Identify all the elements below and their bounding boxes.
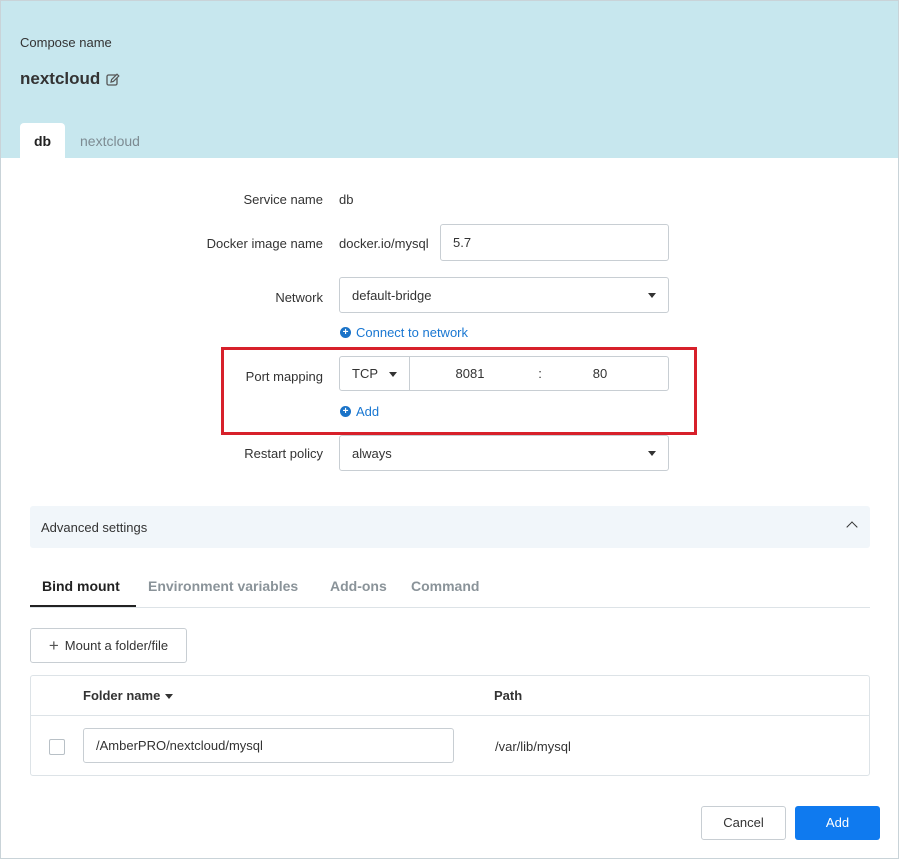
plus-icon: + xyxy=(48,636,59,655)
mount-folder-label: Mount a folder/file xyxy=(64,638,169,653)
sort-down-icon xyxy=(165,694,174,700)
compose-name-text: nextcloud xyxy=(20,69,101,88)
highlight-box xyxy=(221,347,697,435)
cancel-button[interactable]: Cancel xyxy=(701,806,786,840)
edit-icon[interactable] xyxy=(106,72,120,86)
folder-name-value: /AmberPRO/nextcloud/mysql xyxy=(96,738,263,753)
plus-circle-icon: + xyxy=(340,327,351,338)
network-select[interactable]: default-bridge xyxy=(339,277,669,313)
compose-name-label: Compose name xyxy=(20,35,112,50)
advanced-settings-toggle[interactable]: Advanced settings xyxy=(30,506,870,548)
folder-name-input[interactable]: /AmberPRO/nextcloud/mysql xyxy=(83,728,454,763)
column-header-path: Path xyxy=(494,688,523,703)
tab-db[interactable]: db xyxy=(20,123,65,159)
network-value: default-bridge xyxy=(352,287,432,303)
table-divider xyxy=(31,715,869,716)
service-name-label: Service name xyxy=(243,192,323,207)
image-tag-input[interactable]: 5.7 xyxy=(440,224,669,261)
docker-image-label: Docker image name xyxy=(206,236,323,251)
compose-name: nextcloud xyxy=(20,69,120,89)
restart-policy-value: always xyxy=(352,445,392,461)
chevron-down-icon xyxy=(648,293,656,298)
advanced-tabs: Bind mount Environment variables Add-ons… xyxy=(30,567,870,608)
row-checkbox[interactable] xyxy=(49,739,65,755)
tab-bind-mount[interactable]: Bind mount xyxy=(42,578,120,594)
compose-dialog: Compose name nextcloud db nextcloud Serv… xyxy=(0,0,899,859)
tab-environment-variables[interactable]: Environment variables xyxy=(148,578,298,594)
path-value: /var/lib/mysql xyxy=(495,739,571,754)
restart-policy-label: Restart policy xyxy=(244,446,323,461)
restart-policy-select[interactable]: always xyxy=(339,435,669,471)
tab-command[interactable]: Command xyxy=(411,578,479,594)
docker-image-repo: docker.io/mysql xyxy=(339,236,429,251)
bind-mount-table: Folder name Path /AmberPRO/nextcloud/mys… xyxy=(30,675,870,776)
dialog-header: Compose name nextcloud db nextcloud xyxy=(1,1,898,159)
mount-folder-button[interactable]: + Mount a folder/file xyxy=(30,628,187,663)
add-button[interactable]: Add xyxy=(795,806,880,840)
chevron-up-icon xyxy=(846,521,858,533)
active-tab-indicator xyxy=(30,605,136,607)
network-label: Network xyxy=(275,290,323,305)
tab-nextcloud[interactable]: nextcloud xyxy=(80,133,140,149)
connect-network-text: Connect to network xyxy=(356,325,469,340)
image-tag-value: 5.7 xyxy=(453,235,472,250)
column-header-folder[interactable]: Folder name xyxy=(83,688,174,703)
service-name-value: db xyxy=(339,192,354,207)
connect-network-link[interactable]: + Connect to network xyxy=(340,325,468,340)
tab-add-ons[interactable]: Add-ons xyxy=(330,578,387,594)
chevron-down-icon xyxy=(648,451,656,456)
advanced-settings-label: Advanced settings xyxy=(41,519,148,535)
